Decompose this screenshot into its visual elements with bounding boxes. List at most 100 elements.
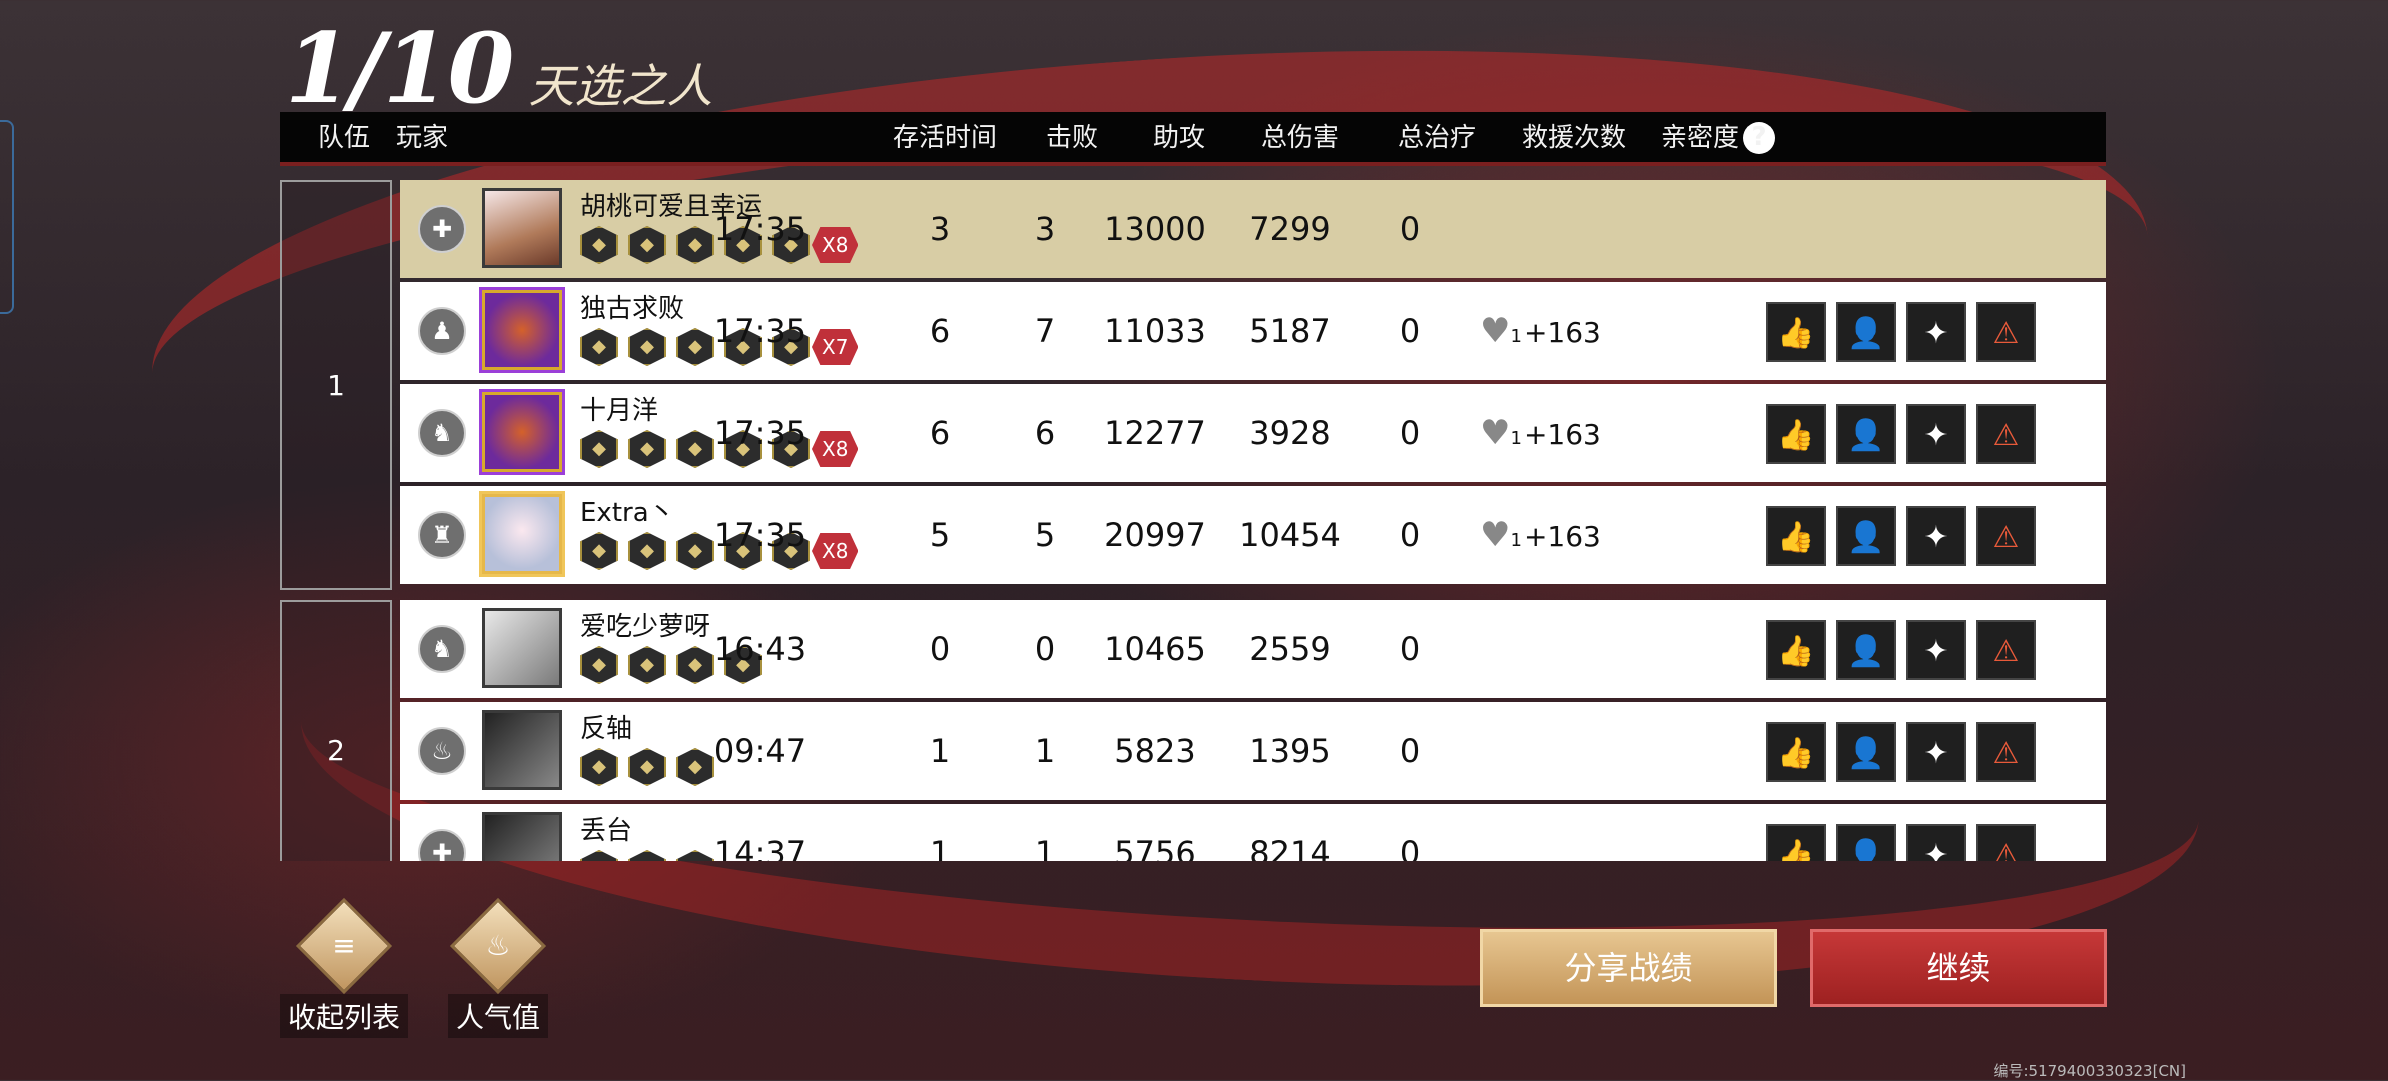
badge-icon: ◆ <box>628 226 666 264</box>
avatar[interactable] <box>479 491 565 577</box>
total-healing: 10454 <box>1239 516 1341 554</box>
like-button[interactable]: 👍 <box>1766 404 1826 464</box>
player-row[interactable]: ♜ Extra丶 ◆ ◆ ◆ ◆ ◆ X8 17:35 5 5 20997 10… <box>400 486 2106 584</box>
share-results-button[interactable]: 分享战绩 <box>1480 929 1777 1007</box>
gift-button[interactable]: ✦ <box>1906 824 1966 861</box>
report-button[interactable]: ⚠ <box>1976 506 2036 566</box>
rescues: 0 <box>1399 312 1421 350</box>
report-button[interactable]: ⚠ <box>1976 404 2036 464</box>
like-button[interactable]: 👍 <box>1766 302 1826 362</box>
side-tab[interactable] <box>0 120 14 314</box>
like-button[interactable]: 👍 <box>1766 722 1826 782</box>
add-friend-button[interactable]: 👤 <box>1836 506 1896 566</box>
popularity-label: 人气值 <box>448 994 549 1038</box>
like-button[interactable]: 👍 <box>1766 506 1826 566</box>
total-healing: 3928 <box>1249 414 1331 452</box>
badge-icon: ◆ <box>628 646 666 684</box>
assists: 5 <box>1034 516 1056 554</box>
total-healing: 7299 <box>1249 210 1331 248</box>
kills: 6 <box>929 312 951 350</box>
assists: 0 <box>1034 630 1056 668</box>
avatar[interactable] <box>482 188 562 268</box>
header-total-healing: 总治疗 <box>1398 123 1477 153</box>
rescues: 0 <box>1399 414 1421 452</box>
report-button[interactable]: ⚠ <box>1976 824 2036 861</box>
total-damage: 11033 <box>1104 312 1206 350</box>
kills: 3 <box>929 210 951 248</box>
assists: 6 <box>1034 414 1056 452</box>
badge-icon: ◆ <box>580 226 618 264</box>
role-icon: ♜ <box>418 511 466 559</box>
intimacy-level: 1 <box>1510 530 1522 551</box>
gift-button[interactable]: ✦ <box>1906 620 1966 680</box>
assists: 1 <box>1034 834 1056 861</box>
survival-time: 17:35 <box>713 312 807 350</box>
team-label: 1 <box>327 368 345 402</box>
add-friend-button[interactable]: 👤 <box>1836 404 1896 464</box>
add-friend-button[interactable]: 👤 <box>1836 302 1896 362</box>
player-name: 反轴 <box>580 714 633 744</box>
like-button[interactable]: 👍 <box>1766 824 1826 861</box>
avatar[interactable] <box>479 389 565 475</box>
player-row[interactable]: ♨ 反轴 ◆ ◆ ◆ 09:47 1 1 5823 1395 0 👍 👤 ✦ ⚠ <box>400 702 2106 800</box>
badge-icon: ◆ <box>628 850 666 861</box>
add-friend-button[interactable]: 👤 <box>1836 722 1896 782</box>
report-button[interactable]: ⚠ <box>1976 302 2036 362</box>
badge-icon: ◆ <box>628 430 666 468</box>
badge-icon: ◆ <box>580 748 618 786</box>
badge-icon: ◆ <box>580 532 618 570</box>
total-damage: 10465 <box>1104 630 1206 668</box>
player-row[interactable]: ✚ 胡桃可爱且幸运 ◆ ◆ ◆ ◆ ◆ X8 17:35 3 3 13000 7… <box>400 180 2106 278</box>
survival-time: 14:37 <box>713 834 807 861</box>
collapse-list-button[interactable]: ≡ 收起列表 <box>280 897 409 1038</box>
kills: 0 <box>929 630 951 668</box>
report-button[interactable]: ⚠ <box>1976 620 2036 680</box>
role-icon: ♟ <box>418 307 466 355</box>
report-button[interactable]: ⚠ <box>1976 722 2036 782</box>
popularity-button[interactable]: ♨ 人气值 <box>448 897 549 1038</box>
role-healer-icon: ✚ <box>418 205 466 253</box>
badge-icon: ◆ <box>580 646 618 684</box>
help-icon[interactable]: ? <box>1743 122 1775 154</box>
rescues: 0 <box>1399 834 1421 861</box>
heart-icon: ♥1 <box>1480 413 1522 453</box>
team-label: 2 <box>327 733 345 767</box>
intimacy-gain: +163 <box>1523 520 1601 553</box>
intimacy-gain: +163 <box>1523 316 1601 349</box>
add-friend-button[interactable]: 👤 <box>1836 824 1896 861</box>
list-icon: ≡ <box>295 897 393 995</box>
role-icon: ♨ <box>418 727 466 775</box>
total-healing: 2559 <box>1249 630 1331 668</box>
kills: 5 <box>929 516 951 554</box>
rank-name: 天选之人 <box>528 59 713 113</box>
total-damage: 20997 <box>1104 516 1206 554</box>
survival-time: 17:35 <box>713 210 807 248</box>
kills: 1 <box>929 732 951 770</box>
continue-button[interactable]: 继续 <box>1810 929 2107 1007</box>
collapse-list-label: 收起列表 <box>280 994 409 1038</box>
scoreboard: 1 2 ✚ 胡桃可爱且幸运 ◆ ◆ ◆ ◆ ◆ X8 17:35 3 3 130… <box>280 178 2106 861</box>
heart-icon: ♥1 <box>1480 311 1522 351</box>
player-row[interactable]: ♞ 十月洋 ◆ ◆ ◆ ◆ ◆ X8 17:35 6 6 12277 3928 … <box>400 384 2106 482</box>
player-row[interactable]: ♟ 独古求败 ◆ ◆ ◆ ◆ ◆ X7 17:35 6 7 11033 5187… <box>400 282 2106 380</box>
gift-button[interactable]: ✦ <box>1906 506 1966 566</box>
team-cell: 1 <box>280 180 392 590</box>
intimacy-level: 1 <box>1510 326 1522 347</box>
player-row[interactable]: ♞ 爱吃少萝呀 ◆ ◆ ◆ ◆ 16:43 0 0 10465 2559 0 👍… <box>400 600 2106 698</box>
player-row[interactable]: ✚ 丢台 ◆ ◆ ◆ 14:37 1 1 5756 8214 0 👍 👤 ✦ ⚠ <box>400 804 2106 861</box>
avatar[interactable] <box>482 710 562 790</box>
role-icon: ♞ <box>418 409 466 457</box>
avatar[interactable] <box>482 812 562 861</box>
avatar[interactable] <box>479 287 565 373</box>
heart-icon: ♥1 <box>1480 515 1522 555</box>
rank-title: 1/10 天选之人 <box>285 12 712 125</box>
intimacy: ♥1+163 <box>1480 384 1601 488</box>
kills: 1 <box>929 834 951 861</box>
gift-button[interactable]: ✦ <box>1906 722 1966 782</box>
avatar[interactable] <box>482 608 562 688</box>
gift-button[interactable]: ✦ <box>1906 302 1966 362</box>
gift-button[interactable]: ✦ <box>1906 404 1966 464</box>
add-friend-button[interactable]: 👤 <box>1836 620 1896 680</box>
like-button[interactable]: 👍 <box>1766 620 1826 680</box>
total-damage: 5756 <box>1114 834 1196 861</box>
